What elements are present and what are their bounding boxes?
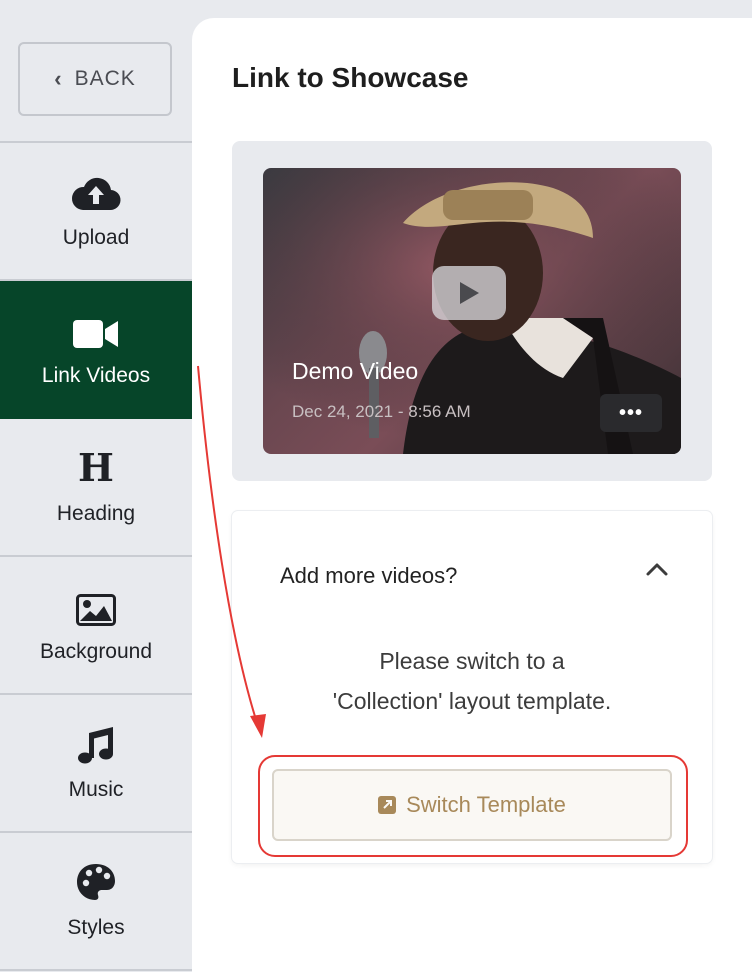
switch-template-label: Switch Template [406, 792, 566, 817]
chevron-up-icon[interactable] [645, 561, 669, 582]
add-more-title: Add more videos? [280, 563, 458, 588]
sidebar-item-label: Styles [67, 916, 125, 939]
sidebar-item-styles[interactable]: Styles [0, 833, 192, 971]
play-icon [460, 282, 479, 304]
external-link-icon [378, 796, 397, 814]
heading-icon: H [78, 445, 114, 490]
sidebar: ‹ BACK Upload Link Videos H Heading Back… [0, 0, 192, 972]
image-icon [76, 586, 116, 626]
music-note-icon [77, 724, 115, 764]
add-more-videos-card: Add more videos? Please switch to a 'Col… [232, 511, 712, 863]
page-title: Link to Showcase [232, 62, 469, 93]
sidebar-item-label: Upload [62, 226, 130, 249]
sidebar-item-background[interactable]: Background [0, 557, 192, 695]
sidebar-item-link-videos[interactable]: Link Videos [0, 281, 192, 419]
sidebar-item-label: Link Videos [41, 364, 151, 387]
cloud-upload-icon [71, 172, 121, 212]
back-area: ‹ BACK [0, 0, 192, 143]
sidebar-item-heading[interactable]: H Heading [0, 419, 192, 557]
sidebar-item-upload[interactable]: Upload [0, 143, 192, 281]
back-label: BACK [74, 67, 136, 90]
message-line-2: 'Collection' layout template. [332, 688, 612, 714]
play-button[interactable] [432, 266, 506, 320]
more-options-button[interactable]: ••• [600, 394, 662, 432]
chevron-left-icon: ‹ [54, 66, 63, 91]
sidebar-item-label: Music [68, 778, 124, 801]
message-line-1: Please switch to a [379, 648, 565, 674]
video-thumbnail[interactable]: Demo Video Dec 24, 2021 - 8:56 AM ••• [263, 168, 681, 454]
sidebar-item-label: Background [39, 640, 153, 663]
sidebar-item-label: Heading [56, 502, 136, 525]
switch-template-button[interactable]: Switch Template [272, 769, 672, 841]
video-card-container: Demo Video Dec 24, 2021 - 8:56 AM ••• [232, 141, 712, 481]
main-panel: Link to Showcase Demo Video Dec 24, 2021… [192, 18, 752, 972]
video-date: Dec 24, 2021 - 8:56 AM [292, 402, 471, 421]
palette-icon [76, 862, 116, 902]
back-button[interactable]: ‹ BACK [18, 42, 172, 116]
video-camera-icon [73, 310, 119, 350]
switch-template-message: Please switch to a 'Collection' layout t… [232, 641, 712, 721]
sidebar-item-music[interactable]: Music [0, 695, 192, 833]
video-title: Demo Video [292, 358, 419, 384]
